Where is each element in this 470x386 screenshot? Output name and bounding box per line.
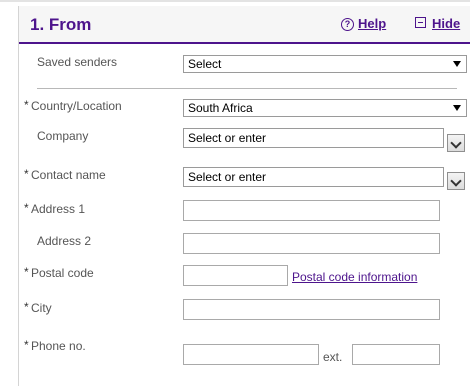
dropdown-arrow-icon [453,105,461,111]
required-marker: * [24,201,29,215]
company-label: Company [37,129,89,143]
contact-combo[interactable]: Select or enter [183,167,444,187]
company-dropdown-button[interactable] [447,134,465,152]
contact-dropdown-button[interactable] [447,172,465,190]
city-label: City [31,301,52,315]
company-value: Select or enter [188,131,267,145]
required-marker: * [24,300,29,314]
chevron-down-icon [450,137,462,149]
required-marker: * [24,167,29,181]
postal-code-info-link[interactable]: Postal code information [292,270,417,284]
ext-label: ext. [323,350,343,364]
question-circle-icon[interactable]: ? [341,18,354,31]
required-marker: * [24,338,29,352]
phone-input[interactable] [183,344,319,365]
country-value: South Africa [188,101,253,115]
address2-label: Address 2 [37,234,92,248]
contact-value: Select or enter [188,170,267,184]
contact-label: Contact name [31,168,106,182]
country-select[interactable]: South Africa [183,99,467,117]
postal-input[interactable] [183,265,288,286]
from-section: 1. From ? Help Hide Saved senders Select … [18,6,470,386]
phone-label: Phone no. [31,339,86,353]
chevron-down-icon [450,175,462,187]
postal-label: Postal code [31,266,94,280]
city-input[interactable] [183,299,440,320]
dropdown-arrow-icon [453,61,461,67]
address1-input[interactable] [183,200,440,221]
saved-senders-select[interactable]: Select [183,55,467,73]
required-marker: * [24,265,29,279]
divider [37,88,457,89]
saved-senders-label: Saved senders [37,55,118,69]
address2-input[interactable] [183,233,440,254]
address1-label: Address 1 [31,202,86,216]
help-link[interactable]: Help [358,16,386,31]
saved-senders-value: Select [188,57,222,71]
section-title: 1. From [30,15,92,34]
collapse-minus-icon[interactable] [415,17,426,28]
country-label: Country/Location [31,99,122,113]
section-header: 1. From ? Help Hide [19,6,470,44]
company-combo[interactable]: Select or enter [183,128,444,148]
required-marker: * [24,98,29,112]
ext-input[interactable] [352,344,440,365]
hide-link[interactable]: Hide [432,16,460,31]
hide-control[interactable]: Hide [415,16,460,31]
help-control[interactable]: ? Help [341,16,386,31]
top-border [0,0,470,2]
